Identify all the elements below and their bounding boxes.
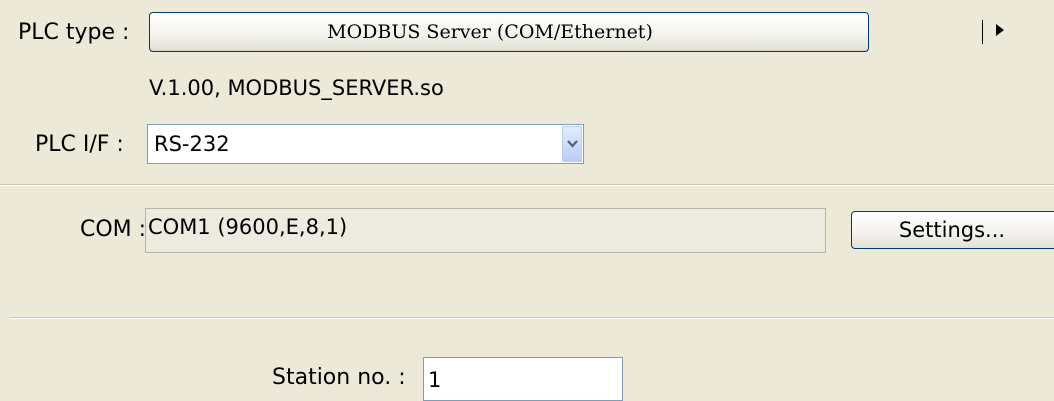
play-arrow-icon	[996, 24, 1010, 40]
station-no-input[interactable]: 1	[423, 357, 623, 401]
driver-version-text: V.1.00, MODBUS_SERVER.so	[149, 76, 444, 100]
chevron-down-icon[interactable]	[562, 126, 582, 162]
com-field: COM1 (9600,E,8,1)	[145, 208, 826, 253]
plc-if-label: PLC I/F :	[35, 132, 124, 157]
plc-type-value: MODBUS Server (COM/Ethernet)	[327, 21, 653, 43]
settings-button[interactable]: Settings...	[851, 211, 1054, 249]
plc-type-label: PLC type :	[18, 20, 130, 45]
button-separator	[982, 20, 983, 44]
station-no-value: 1	[428, 368, 442, 392]
plc-if-selected-value: RS-232	[154, 132, 230, 156]
section-divider-highlight	[10, 318, 1054, 319]
plc-if-dropdown[interactable]: RS-232	[147, 124, 584, 164]
com-value: COM1 (9600,E,8,1)	[148, 215, 348, 239]
settings-button-label: Settings...	[898, 218, 1006, 242]
plc-type-button[interactable]: MODBUS Server (COM/Ethernet)	[149, 12, 1004, 52]
com-label: COM :	[80, 217, 147, 242]
section-divider-highlight	[0, 185, 1054, 186]
station-no-label: Station no. :	[272, 365, 406, 390]
